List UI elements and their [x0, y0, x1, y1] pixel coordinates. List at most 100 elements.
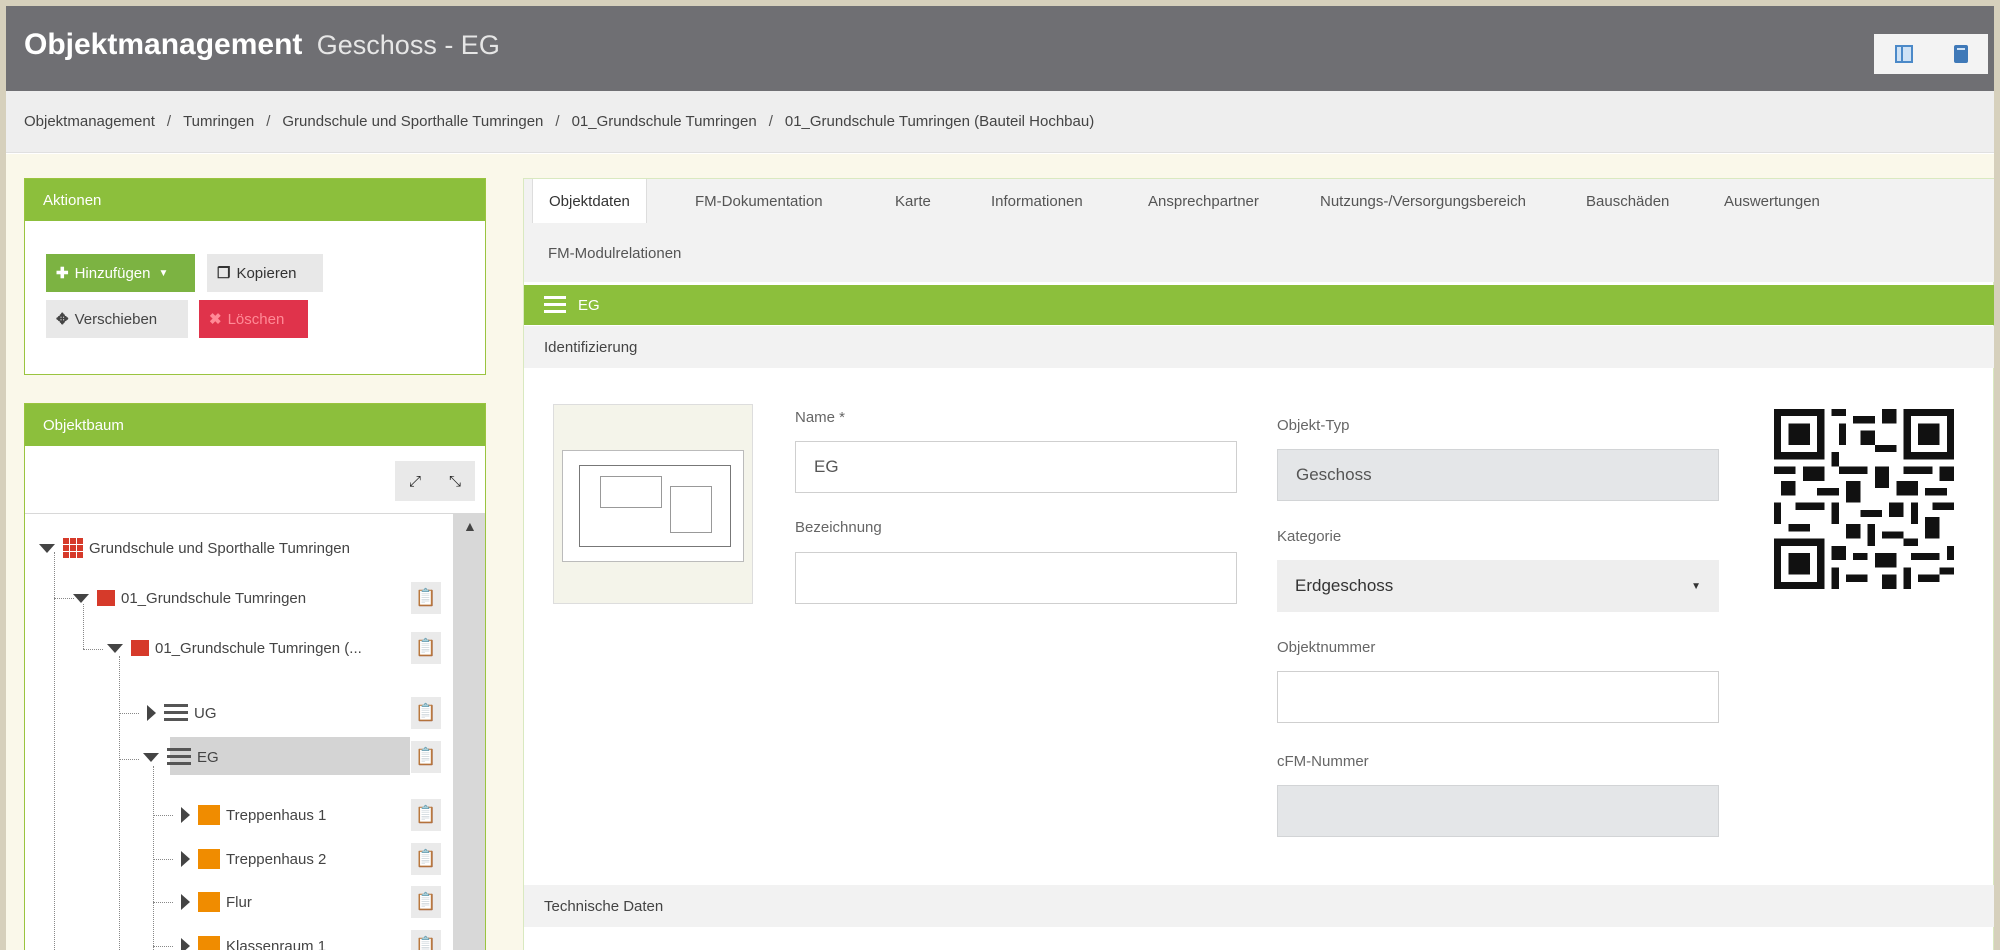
- tree-node[interactable]: UG: [147, 695, 217, 731]
- breadcrumb-item[interactable]: Objektmanagement: [24, 113, 155, 130]
- scroll-up-icon[interactable]: ▲: [463, 518, 477, 534]
- tree-guide: [153, 946, 173, 947]
- room-icon: [198, 892, 220, 912]
- object-number-label: Objektnummer: [1277, 639, 1376, 656]
- tree-node[interactable]: Klassenraum 1: [181, 928, 326, 950]
- tree-scrollbar[interactable]: ▲: [453, 514, 485, 950]
- chevron-down-icon[interactable]: [73, 593, 89, 603]
- divider: [25, 513, 485, 514]
- add-button[interactable]: ✚ Hinzufügen ▼: [46, 254, 195, 292]
- tree-guide: [54, 598, 74, 599]
- chevron-down-icon[interactable]: [143, 752, 159, 762]
- tree-node-label: Flur: [226, 893, 252, 911]
- chevron-down-icon[interactable]: [39, 543, 55, 553]
- tree-guide: [153, 766, 154, 950]
- add-button-label: Hinzufügen: [74, 264, 151, 282]
- collapse-all-icon[interactable]: ⤡: [449, 473, 461, 490]
- qr-code: [1774, 409, 1954, 589]
- clipboard-icon[interactable]: 📋: [411, 582, 441, 614]
- book-icon[interactable]: [1953, 45, 1968, 63]
- chevron-right-icon[interactable]: [181, 851, 190, 867]
- object-type-field: Geschoss: [1277, 449, 1719, 501]
- chevron-right-icon[interactable]: [181, 938, 190, 950]
- cfm-number-field: [1277, 785, 1719, 837]
- tree-guide: [153, 815, 173, 816]
- breadcrumb-item[interactable]: 01_Grundschule Tumringen: [572, 113, 757, 130]
- floor-plan-drawing: [579, 465, 731, 547]
- floor-icon: [544, 296, 568, 314]
- copy-icon: ❐: [217, 265, 231, 282]
- clipboard-icon[interactable]: 📋: [411, 741, 441, 773]
- tree-node-label: EG: [197, 748, 219, 766]
- designation-input[interactable]: [795, 552, 1237, 604]
- room-icon: [198, 805, 220, 825]
- tab-bauschaeden[interactable]: Bauschäden: [1570, 179, 1685, 223]
- grid-view-icon[interactable]: [1894, 45, 1913, 63]
- move-button[interactable]: ✥ Verschieben: [46, 300, 188, 338]
- name-input[interactable]: EG: [795, 441, 1237, 493]
- tab-informationen[interactable]: Informationen: [975, 179, 1099, 223]
- chevron-right-icon[interactable]: [181, 894, 190, 910]
- chevron-right-icon[interactable]: [181, 807, 190, 823]
- tree-node-label: 01_Grundschule Tumringen: [121, 589, 307, 607]
- room-icon: [198, 849, 220, 869]
- tree-node[interactable]: Treppenhaus 2: [181, 841, 326, 877]
- object-number-input[interactable]: [1277, 671, 1719, 723]
- tab-karte[interactable]: Karte: [879, 179, 947, 223]
- building-complex-icon: [63, 538, 83, 558]
- chevron-down-icon[interactable]: [107, 643, 123, 653]
- tab-fm-modulrelationen[interactable]: FM-Modulrelationen: [532, 231, 697, 275]
- room-icon: [198, 936, 220, 950]
- actions-panel-title: Aktionen: [25, 179, 485, 221]
- copy-button[interactable]: ❐ Kopieren: [207, 254, 323, 292]
- tree-guide: [119, 759, 139, 760]
- breadcrumb-item[interactable]: Tumringen: [183, 113, 254, 130]
- tab-ansprechpartner[interactable]: Ansprechpartner: [1132, 179, 1275, 223]
- cfm-number-label: cFM-Nummer: [1277, 753, 1369, 770]
- building-icon: [97, 590, 115, 606]
- tree-guide: [119, 656, 120, 950]
- tree-node-label: Treppenhaus 2: [226, 850, 327, 868]
- page-subtitle: Geschoss - EG: [316, 30, 500, 60]
- clipboard-icon[interactable]: 📋: [411, 799, 441, 831]
- clipboard-icon[interactable]: 📋: [411, 930, 441, 950]
- category-select[interactable]: Erdgeschoss ▼: [1277, 560, 1719, 612]
- tab-bar: Objektdaten FM-Dokumentation Karte Infor…: [524, 179, 1994, 282]
- floor-icon: [167, 748, 191, 766]
- breadcrumb-item[interactable]: Grundschule und Sporthalle Tumringen: [282, 113, 543, 130]
- breadcrumb-item[interactable]: 01_Grundschule Tumringen (Bauteil Hochba…: [785, 113, 1094, 130]
- tab-nutzungs-versorgungsbereich[interactable]: Nutzungs-/Versorgungsbereich: [1304, 179, 1542, 223]
- expand-all-icon[interactable]: ⤢: [409, 473, 421, 490]
- tree-node[interactable]: 01_Grundschule Tumringen: [73, 580, 306, 616]
- tree-node[interactable]: 01_Grundschule Tumringen (...: [107, 630, 362, 666]
- tree-guide: [83, 649, 103, 650]
- chevron-right-icon[interactable]: [147, 705, 156, 721]
- section-header: EG: [524, 285, 1994, 325]
- object-tree-panel: Objektbaum ⤢ ⤡ ▲ Grundschule und Sportha…: [24, 403, 486, 950]
- move-button-label: Verschieben: [74, 310, 158, 328]
- tree-node[interactable]: Grundschule und Sporthalle Tumringen: [39, 530, 350, 566]
- clipboard-icon[interactable]: 📋: [411, 886, 441, 918]
- header-icon-group: [1874, 34, 1988, 74]
- tree-node-selected[interactable]: EG: [143, 739, 219, 775]
- object-details-panel: Objektdaten FM-Dokumentation Karte Infor…: [523, 178, 1994, 950]
- tab-auswertungen[interactable]: Auswertungen: [1708, 179, 1836, 223]
- clipboard-icon[interactable]: 📋: [411, 632, 441, 664]
- move-icon: ✥: [56, 311, 69, 328]
- tab-fm-dokumentation[interactable]: FM-Dokumentation: [679, 179, 839, 223]
- tab-objektdaten[interactable]: Objektdaten: [532, 179, 647, 223]
- page-title: Objektmanagement Geschoss - EG: [24, 28, 500, 62]
- tree-node[interactable]: Flur: [181, 884, 252, 920]
- chevron-down-icon: ▼: [1691, 580, 1701, 592]
- category-select-value: Erdgeschoss: [1295, 576, 1394, 595]
- actions-panel: Aktionen ✚ Hinzufügen ▼ ❐ Kopieren ✥ Ver…: [24, 178, 486, 375]
- chevron-down-icon: ▼: [158, 267, 169, 279]
- floor-plan-thumbnail[interactable]: [553, 404, 753, 604]
- clipboard-icon[interactable]: 📋: [411, 843, 441, 875]
- clipboard-icon[interactable]: 📋: [411, 697, 441, 729]
- technical-data-header: Technische Daten: [524, 885, 1994, 927]
- tree-node[interactable]: Treppenhaus 1: [181, 797, 326, 833]
- category-label: Kategorie: [1277, 528, 1342, 545]
- delete-button[interactable]: ✖ Löschen: [199, 300, 308, 338]
- tree-node-label: Grundschule und Sporthalle Tumringen: [89, 539, 350, 557]
